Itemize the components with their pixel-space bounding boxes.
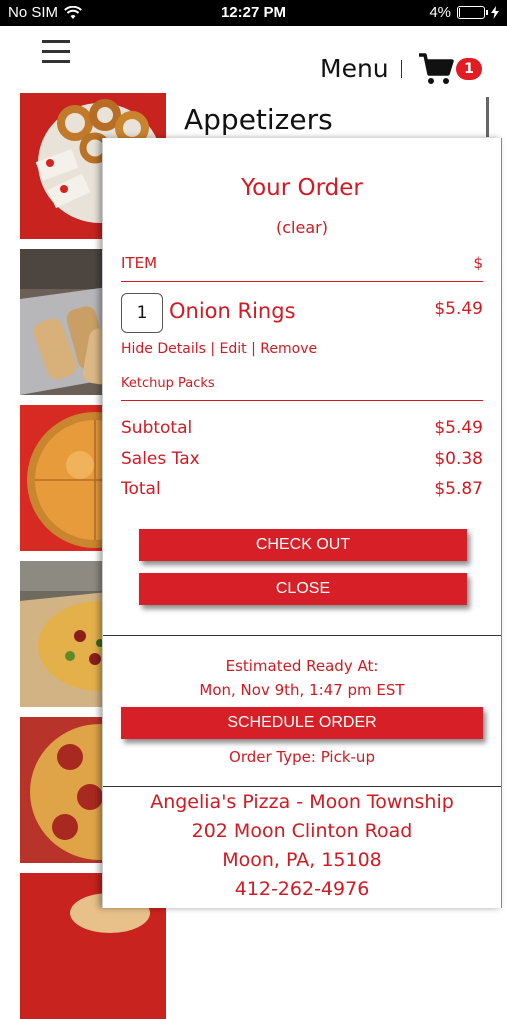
store-city: Moon, PA, 15108 xyxy=(222,849,382,871)
battery-percent: 4% xyxy=(429,4,451,21)
item-actions: Hide Details | Edit | Remove xyxy=(121,341,317,357)
item-column-header: ITEM xyxy=(121,254,158,272)
total-value: $5.87 xyxy=(434,479,483,499)
battery-icon xyxy=(457,6,488,19)
menu-link[interactable]: Menu xyxy=(320,54,389,83)
item-modifier: Ketchup Packs xyxy=(121,376,215,391)
link-separator: | xyxy=(210,341,216,357)
header-separator xyxy=(401,60,402,78)
tax-label: Sales Tax xyxy=(121,449,200,469)
status-bar: No SIM 12:27 PM 4% xyxy=(0,0,507,26)
order-title: Your Order xyxy=(241,175,363,201)
tax-value: $0.38 xyxy=(434,449,483,469)
section-divider xyxy=(103,635,501,636)
remove-link[interactable]: Remove xyxy=(260,341,317,357)
scrollbar[interactable] xyxy=(486,97,489,137)
status-right: 4% xyxy=(429,4,499,21)
subtotal-value: $5.49 xyxy=(434,418,483,438)
quantity-field[interactable]: 1 xyxy=(121,293,163,333)
category-heading: Appetizers xyxy=(184,103,333,136)
cart-count-badge[interactable]: 1 xyxy=(456,58,482,80)
items-rule xyxy=(121,400,483,401)
eta-time: Mon, Nov 9th, 1:47 pm EST xyxy=(199,681,405,699)
store-street: 202 Moon Clinton Road xyxy=(191,820,413,842)
order-type: Order Type: Pick-up xyxy=(229,748,375,766)
store-phone[interactable]: 412-262-4976 xyxy=(103,878,501,900)
hamburger-icon[interactable] xyxy=(42,40,70,64)
schedule-order-button[interactable]: SCHEDULE ORDER xyxy=(121,707,483,739)
close-button[interactable]: CLOSE xyxy=(139,573,467,605)
price-column-header: $ xyxy=(473,254,483,272)
cart-icon[interactable] xyxy=(418,52,454,86)
subtotal-label: Subtotal xyxy=(121,418,193,438)
edit-link[interactable]: Edit xyxy=(220,341,247,357)
clear-order-link[interactable]: (clear) xyxy=(103,218,501,237)
order-panel: Your Order (clear) ITEM $ 1 Onion Rings … xyxy=(102,138,502,908)
link-separator: | xyxy=(251,341,256,357)
item-price: $5.49 xyxy=(434,299,483,319)
section-divider xyxy=(103,786,501,787)
eta-label: Estimated Ready At: xyxy=(225,657,379,675)
total-label: Total xyxy=(121,479,161,499)
store-name: Angelia's Pizza - Moon Township xyxy=(150,791,454,813)
checkout-button[interactable]: CHECK OUT xyxy=(139,529,467,561)
charging-icon xyxy=(491,6,499,19)
hide-details-link[interactable]: Hide Details xyxy=(121,341,206,357)
battery-level xyxy=(459,8,460,17)
item-name: Onion Rings xyxy=(169,299,296,323)
header-rule xyxy=(121,281,483,282)
